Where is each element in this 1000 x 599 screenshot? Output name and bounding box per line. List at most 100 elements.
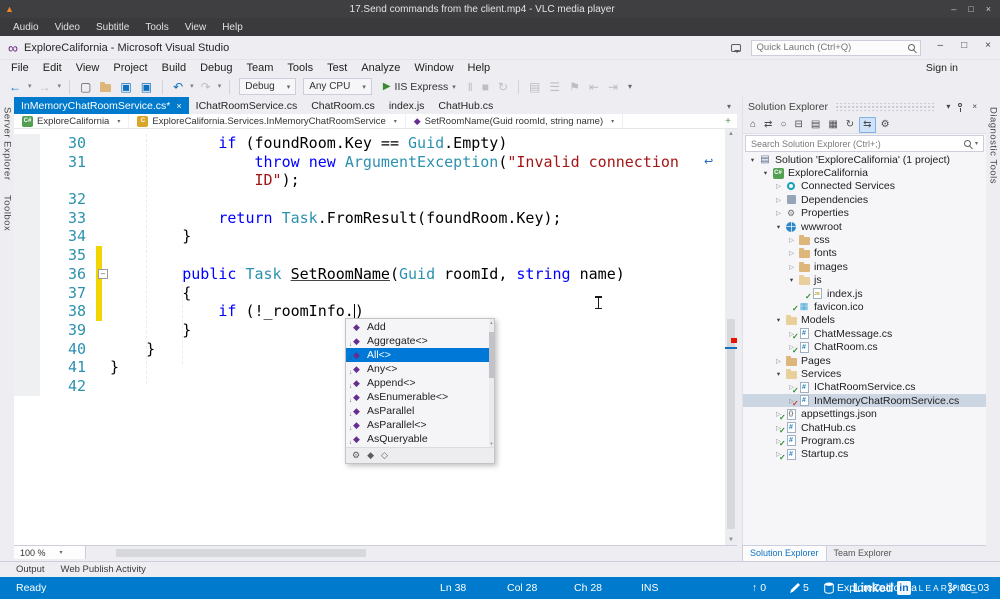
breakpoint-margin[interactable] bbox=[14, 171, 40, 191]
zoom-control[interactable]: 100 % ▾ bbox=[14, 546, 86, 559]
tree-item-wwwroot[interactable]: ▾ wwwroot bbox=[743, 220, 986, 233]
code-line[interactable]: 36 public Task SetRoomName(Guid roomId, … bbox=[14, 264, 725, 284]
tree-item-css[interactable]: ▷ css bbox=[743, 233, 986, 246]
open-file-icon[interactable] bbox=[100, 81, 112, 92]
toolbar-overflow-icon[interactable]: ▾ bbox=[624, 82, 636, 91]
tree-item-dependencies[interactable]: ▷ Dependencies bbox=[743, 193, 986, 206]
editor-tab-ichatroomservice-cs[interactable]: IChatRoomService.cs bbox=[189, 97, 305, 114]
scroll-up-icon[interactable]: ▲ bbox=[725, 131, 737, 137]
line-number[interactable]: 31 bbox=[40, 153, 96, 172]
outline-collapse-icon[interactable]: – bbox=[98, 268, 108, 279]
tree-item-models[interactable]: ▾ Models bbox=[743, 314, 986, 327]
expander-icon[interactable]: ▾ bbox=[773, 223, 784, 231]
line-number[interactable]: 42 bbox=[40, 377, 96, 396]
tab-solution-explorer[interactable]: Solution Explorer bbox=[742, 546, 827, 561]
tree-item-chatroom-cs[interactable]: ▷✓ChatRoom.cs bbox=[743, 340, 986, 355]
window-position-icon[interactable]: ▾ bbox=[942, 102, 954, 111]
vlc-menu-help[interactable]: Help bbox=[214, 20, 251, 35]
sign-in-button[interactable]: Sign in bbox=[926, 62, 958, 74]
vertical-tab-toolbox[interactable]: Toolbox bbox=[2, 195, 13, 231]
vertical-tab-diagnostic-tools[interactable]: Diagnostic Tools bbox=[988, 107, 999, 184]
expander-icon[interactable]: ▷ bbox=[773, 357, 784, 365]
scrollbar-thumb[interactable] bbox=[489, 332, 494, 378]
breakpoint-margin[interactable] bbox=[14, 320, 40, 340]
breadcrumb-segment[interactable]: C# ExploreCalifornia ▾ bbox=[14, 114, 130, 128]
tab-list-overflow-icon[interactable]: ▾ bbox=[727, 102, 737, 114]
code-text[interactable]: ID"); bbox=[102, 171, 300, 190]
expander-icon[interactable]: ▾ bbox=[773, 316, 784, 324]
editor-tab-chatroom-cs[interactable]: ChatRoom.cs bbox=[304, 97, 382, 114]
start-debugging-button[interactable]: ▶ IIS Express ▾ bbox=[377, 81, 462, 93]
breakpoint-margin[interactable] bbox=[14, 283, 40, 303]
vlc-maximize-button[interactable]: □ bbox=[962, 3, 979, 15]
completion-item-append[interactable]: ◆ ↓ Append<> bbox=[346, 376, 494, 390]
tree-item-chathub-cs[interactable]: ▷✓ChatHub.cs bbox=[743, 421, 986, 436]
tree-item-solution-explorecalifornia-1-project[interactable]: ▾ ▤ Solution 'ExploreCalifornia' (1 projec… bbox=[743, 153, 986, 166]
tree-item-program-cs[interactable]: ▷✓Program.cs bbox=[743, 434, 986, 449]
tree-item-js[interactable]: ▾ js bbox=[743, 274, 986, 287]
bookmark-icon[interactable]: ⚑ bbox=[566, 81, 583, 93]
home-icon[interactable]: ⌂ bbox=[747, 118, 759, 132]
editor-tab-index-js[interactable]: index.js bbox=[382, 97, 432, 114]
code-line[interactable]: 32 bbox=[14, 190, 725, 209]
code-line[interactable]: 34 } bbox=[14, 227, 725, 247]
configuration-dropdown[interactable]: Debug ▾ bbox=[239, 78, 297, 95]
breakpoint-margin[interactable] bbox=[14, 227, 40, 247]
expander-icon[interactable]: ▷ bbox=[786, 263, 797, 271]
tree-item-fonts[interactable]: ▷ fonts bbox=[743, 247, 986, 260]
scrollbar-thumb[interactable] bbox=[727, 319, 735, 529]
pending-changes-filter-icon[interactable]: ○ bbox=[777, 118, 789, 132]
line-number[interactable]: 41 bbox=[40, 358, 96, 377]
expander-icon[interactable]: ▾ bbox=[786, 276, 797, 284]
tree-item-explorecalifornia[interactable]: ▾ C# ExploreCalifornia bbox=[743, 166, 986, 179]
code-text[interactable]: } bbox=[102, 227, 191, 246]
horizontal-scrollbar-thumb[interactable] bbox=[116, 548, 366, 557]
redo-dropdown-icon[interactable]: ▾ bbox=[217, 83, 223, 90]
split-editor-icon[interactable]: + bbox=[725, 116, 737, 127]
code-text[interactable]: if (!_roomInfo.) bbox=[102, 302, 364, 321]
code-text[interactable]: } bbox=[102, 358, 119, 377]
line-number[interactable]: 34 bbox=[40, 227, 96, 246]
menu-item-analyze[interactable]: Analyze bbox=[354, 61, 407, 75]
menu-item-project[interactable]: Project bbox=[106, 61, 154, 75]
collapse-all-icon[interactable]: ⊟ bbox=[791, 118, 805, 132]
redo-icon[interactable]: ↷ bbox=[198, 81, 214, 93]
completion-item-aggregate[interactable]: ◆ ↓ Aggregate<> bbox=[346, 334, 494, 348]
vlc-menu-view[interactable]: View bbox=[177, 20, 215, 35]
scroll-down-icon[interactable]: ▼ bbox=[489, 441, 494, 446]
tree-item-properties[interactable]: ▷ ⚙ Properties bbox=[743, 207, 986, 220]
code-text[interactable]: { bbox=[102, 284, 191, 303]
expander-icon[interactable]: ▾ bbox=[760, 169, 771, 177]
breadcrumb-segment[interactable]: C ExploreCalifornia.Services.InMemoryChat… bbox=[129, 114, 406, 128]
scroll-down-icon[interactable]: ▼ bbox=[725, 537, 737, 543]
vs-maximize-button[interactable]: □ bbox=[952, 36, 976, 59]
nav-forward-dropdown-icon[interactable]: ▾ bbox=[57, 83, 63, 90]
pause-icon[interactable]: ‖ bbox=[465, 81, 476, 93]
tree-item-inmemorychatroomservice-cs[interactable]: ▷✓InMemoryChatRoomService.cs bbox=[743, 394, 986, 408]
quick-launch-input[interactable]: Quick Launch (Ctrl+Q) bbox=[750, 39, 921, 56]
nav-forward-icon[interactable]: → bbox=[36, 81, 54, 93]
save-icon[interactable]: ▣ bbox=[117, 81, 134, 93]
show-all-files-icon[interactable]: ▦ bbox=[825, 118, 840, 132]
solution-explorer-settings-icon[interactable]: ⚙ bbox=[878, 118, 893, 132]
outdent-icon[interactable]: ⇤ bbox=[586, 81, 602, 93]
vs-close-button[interactable]: × bbox=[976, 36, 1000, 59]
code-text[interactable]: } bbox=[102, 340, 155, 359]
breakpoint-margin[interactable] bbox=[14, 190, 40, 209]
expander-icon[interactable]: ▷ bbox=[786, 236, 797, 244]
filter-methods-icon[interactable]: ◆ bbox=[367, 451, 374, 460]
tree-item-index-js[interactable]: ✓index.js bbox=[743, 287, 986, 302]
line-number[interactable]: 36 bbox=[40, 265, 96, 284]
expander-icon[interactable]: ▾ bbox=[773, 370, 784, 378]
line-number[interactable]: 37 bbox=[40, 284, 96, 303]
vlc-menu-audio[interactable]: Audio bbox=[5, 20, 47, 35]
code-line[interactable]: 31 throw new ArgumentException("Invalid … bbox=[14, 152, 725, 172]
breadcrumb-segment[interactable]: ◆ SetRoomName(Guid roomId, string name) ▾ bbox=[406, 114, 624, 128]
platform-dropdown[interactable]: Any CPU ▾ bbox=[303, 78, 372, 95]
breakpoint-margin[interactable] bbox=[14, 208, 40, 228]
expander-icon[interactable]: ▷ bbox=[773, 182, 784, 190]
menu-item-file[interactable]: File bbox=[4, 61, 36, 75]
completion-item-add[interactable]: ◆ Add bbox=[346, 320, 494, 334]
completion-item-all[interactable]: ◆ ↓ All<> bbox=[346, 348, 494, 362]
sync-with-active-document-icon[interactable]: ⇆ bbox=[859, 116, 876, 133]
